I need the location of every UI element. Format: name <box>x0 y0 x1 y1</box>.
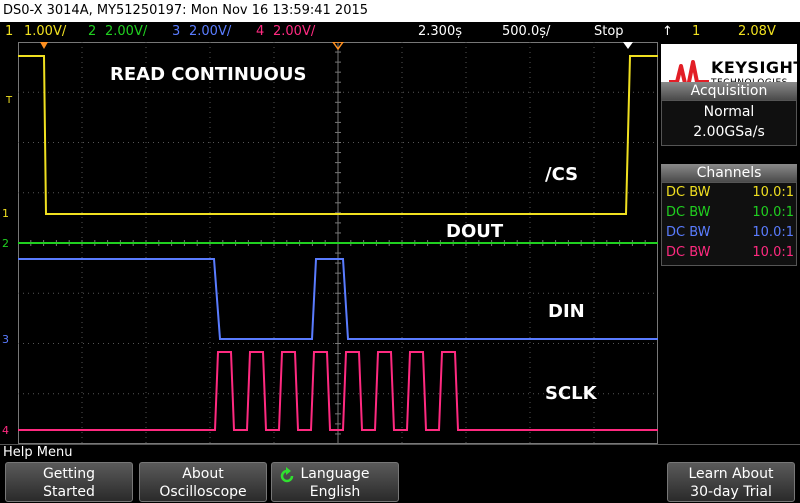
status-bar: 1 1.00V/ 2 2.00V/ 3 2.00V/ 4 2.00V/ 2.30… <box>0 22 800 41</box>
channels-header[interactable]: Channels <box>661 164 797 182</box>
softkey-label: 30-day Trial <box>690 484 772 500</box>
language-button[interactable]: Language English <box>271 462 399 502</box>
plot-label-din: DIN <box>548 301 585 322</box>
ch1-probe: 10.0:1 <box>752 185 794 200</box>
ch2-number[interactable]: 2 <box>88 22 96 41</box>
ch4-coupling: DC BW <box>666 245 711 260</box>
ch2-ground-marker[interactable]: 2 <box>2 237 9 250</box>
ch4-number[interactable]: 4 <box>256 22 264 41</box>
softkey-label: English <box>309 484 361 500</box>
trigger-level-marker[interactable]: T <box>6 95 12 106</box>
rotate-knob-icon <box>280 467 294 483</box>
trigger-level[interactable]: 2.08V <box>738 22 776 41</box>
plot-label-cs: /CS <box>545 164 579 185</box>
ch2-probe: 10.0:1 <box>752 205 794 220</box>
acquisition-header[interactable]: Acquisition <box>661 82 797 100</box>
ch1-number[interactable]: 1 <box>5 22 13 41</box>
channels-panel[interactable]: DC BW 10.0:1 DC BW 10.0:1 DC BW 10.0:1 D… <box>661 182 797 266</box>
run-state[interactable]: Stop <box>594 22 624 41</box>
ch4-probe: 10.0:1 <box>752 245 794 260</box>
ch3-scale[interactable]: 2.00V/ <box>189 22 231 41</box>
softkey-label: About <box>182 466 224 482</box>
help-menu-title: Help Menu <box>0 444 800 460</box>
sidebar: KEYSIGHT TECHNOLOGIES Acquisition Normal… <box>658 42 800 444</box>
window-marker <box>623 42 633 49</box>
plot-label-dout: DOUT <box>446 221 504 242</box>
ch2-coupling: DC BW <box>666 205 711 220</box>
trigger-time-marker <box>40 42 48 49</box>
learn-about-trial-button[interactable]: Learn About 30-day Trial <box>667 462 795 502</box>
ch1-coupling: DC BW <box>666 185 711 200</box>
ch1-scale[interactable]: 1.00V/ <box>24 22 66 41</box>
ch4-scale[interactable]: 2.00V/ <box>273 22 315 41</box>
time-offset[interactable]: 2.300ș <box>418 22 462 41</box>
ch2-scale[interactable]: 2.00V/ <box>105 22 147 41</box>
softkey-label: Started <box>43 484 95 500</box>
acquisition-mode: Normal <box>703 104 755 120</box>
ch3-number[interactable]: 3 <box>172 22 180 41</box>
getting-started-button[interactable]: Getting Started <box>5 462 133 502</box>
about-oscilloscope-button[interactable]: About Oscilloscope <box>139 462 267 502</box>
acquisition-rate: 2.00GSa/s <box>693 124 765 140</box>
time-scale[interactable]: 500.0ș/ <box>502 22 550 41</box>
acquisition-panel[interactable]: Normal 2.00GSa/s <box>661 100 797 146</box>
ch3-ground-marker[interactable]: 3 <box>2 333 9 346</box>
ch4-ground-marker[interactable]: 4 <box>2 424 9 437</box>
plot-label-main: READ CONTINUOUS <box>110 64 307 85</box>
ch1-ground-marker[interactable]: 1 <box>2 207 9 220</box>
softkey-label: Learn About <box>688 466 774 482</box>
ch3-probe: 10.0:1 <box>752 225 794 240</box>
trigger-source[interactable]: 1 <box>692 22 700 41</box>
window-title: DS0-X 3014A, MY51250197: Mon Nov 16 13:5… <box>0 0 800 22</box>
waveform-display[interactable]: READ CONTINUOUS /CS DOUT DIN SCLK <box>18 42 658 444</box>
softkey-label: Oscilloscope <box>159 484 247 500</box>
plot-label-sclk: SCLK <box>545 383 597 404</box>
logo-brand: KEYSIGHT <box>711 58 800 77</box>
ch3-coupling: DC BW <box>666 225 711 240</box>
softkey-label: Getting <box>42 466 96 482</box>
trigger-edge-icon: ↑︎ <box>662 24 673 39</box>
softkey-bar: Getting Started About Oscilloscope Langu… <box>0 460 800 503</box>
